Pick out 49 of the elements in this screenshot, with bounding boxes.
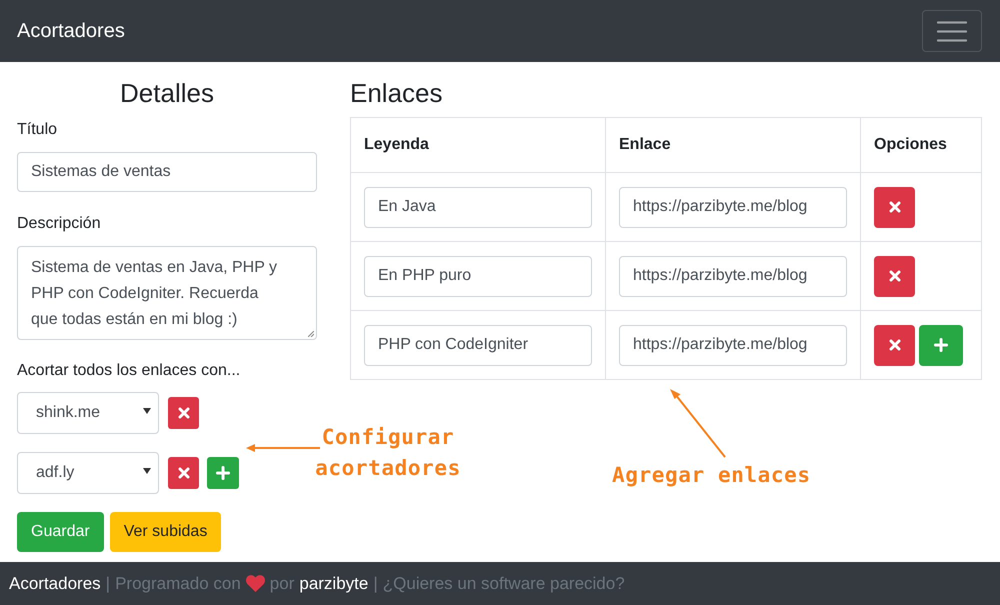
column-header: Enlace <box>606 118 860 172</box>
plus-icon <box>934 338 948 352</box>
author-link[interactable]: parzibyte <box>299 570 368 596</box>
shorteners-label: Acortar todos los enlaces con... <box>17 361 240 381</box>
caption-input[interactable]: PHP con CodeIgniter <box>364 324 592 366</box>
shortener-select[interactable]: adf.ly <box>17 452 159 494</box>
footer-separator: | <box>106 572 110 595</box>
delete-button[interactable] <box>874 324 915 366</box>
brand-title[interactable]: Acortadores <box>17 16 125 46</box>
details-heading: Detalles <box>119 78 215 109</box>
caption-input[interactable]: En PHP puro <box>364 256 592 296</box>
add-button[interactable] <box>919 324 963 366</box>
menu-icon <box>937 20 967 42</box>
plus-icon <box>216 466 230 480</box>
menu-button[interactable] <box>922 10 982 52</box>
delete-button[interactable] <box>874 256 915 296</box>
column-header: Opciones <box>860 118 982 172</box>
description-textarea[interactable]: Sistema de ventas en Java, PHP y PHP con CodeIgniter. Recuerda que todas están en mi blog :) <box>17 246 317 340</box>
annotation-text: Configurar acortadores <box>314 424 462 482</box>
caret-icon <box>143 468 151 474</box>
annotation-arrow <box>670 389 726 458</box>
caret-icon <box>143 408 151 414</box>
description-label: Descripción <box>17 214 101 234</box>
footer-brand-link[interactable]: Acortadores <box>9 570 101 596</box>
title-label: Título <box>17 120 58 140</box>
shortener-select[interactable]: shink.me <box>17 392 159 434</box>
delete-button[interactable] <box>874 186 915 228</box>
url-input[interactable]: https://parzibyte.me/blog <box>619 324 847 366</box>
footer-text: Programado con <box>115 572 241 595</box>
annotation-text: Agregar enlaces <box>612 462 811 489</box>
x-icon <box>178 467 190 479</box>
resize-grip-icon <box>308 331 314 337</box>
add-button[interactable] <box>207 457 239 489</box>
delete-button[interactable] <box>168 397 199 429</box>
column-header: Leyenda <box>350 118 606 172</box>
url-input[interactable]: https://parzibyte.me/blog <box>619 186 847 228</box>
heart-icon <box>246 575 265 592</box>
links-heading: Enlaces <box>350 78 442 109</box>
footer-separator: | <box>373 572 378 595</box>
caption-input[interactable]: En Java <box>364 186 592 228</box>
delete-button[interactable] <box>168 457 199 489</box>
x-icon <box>888 270 900 282</box>
x-icon <box>888 201 900 213</box>
x-icon <box>178 407 190 419</box>
x-icon <box>888 339 900 351</box>
title-input[interactable]: Sistemas de ventas <box>17 152 317 192</box>
uploads-button[interactable]: Ver subidas <box>110 512 222 552</box>
url-input[interactable]: https://parzibyte.me/blog <box>619 256 847 296</box>
footer-text: por <box>270 572 294 595</box>
